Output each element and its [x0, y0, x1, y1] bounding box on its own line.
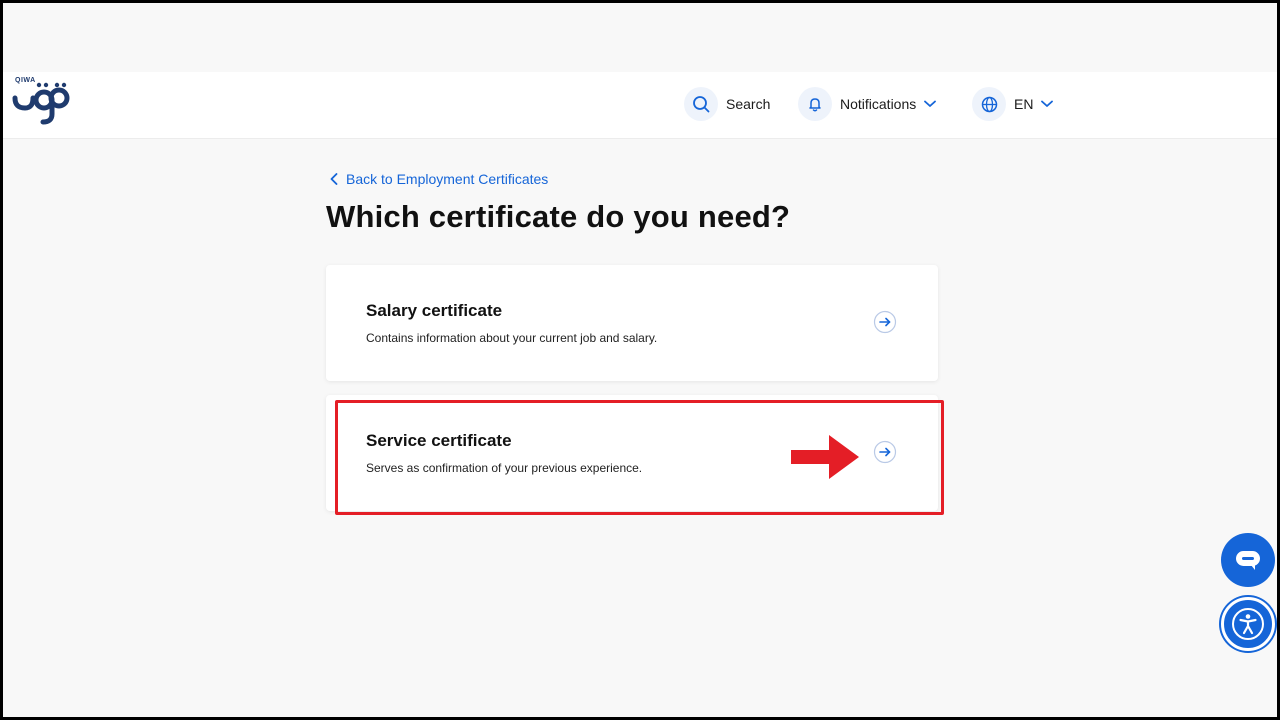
accessibility-button[interactable] [1221, 597, 1275, 651]
red-pointer-arrow-icon [791, 435, 859, 479]
chat-icon [1236, 551, 1260, 570]
chat-button[interactable] [1221, 533, 1275, 587]
bell-icon [798, 87, 832, 121]
card-description: Serves as confirmation of your previous … [366, 461, 643, 475]
card-title: Service certificate [366, 431, 512, 450]
search-icon [684, 87, 718, 121]
chevron-left-icon [330, 173, 338, 185]
card-title: Salary certificate [366, 301, 503, 320]
chevron-down-icon [924, 100, 937, 108]
qiwa-logo[interactable]: QIWA [9, 76, 71, 128]
notifications-button[interactable]: Notifications [798, 86, 937, 122]
logo-text: QIWA [15, 77, 36, 84]
page-title: Which certificate do you need? [326, 199, 791, 234]
chevron-down-icon [1041, 100, 1054, 108]
app-frame: QIWA Search Notifications EN Back to Emp… [3, 3, 1277, 717]
notifications-label: Notifications [840, 96, 917, 112]
globe-icon [972, 87, 1006, 121]
card-description: Contains information about your current … [366, 331, 658, 345]
salary-certificate-card[interactable]: Salary certificate Contains information … [326, 265, 938, 381]
back-to-employment-certificates-link[interactable]: Back to Employment Certificates [330, 171, 548, 187]
back-link-label: Back to Employment Certificates [346, 171, 549, 187]
search-label: Search [726, 96, 771, 112]
arrow-right-icon[interactable] [873, 440, 897, 464]
arrow-right-icon[interactable] [873, 310, 897, 334]
search-button[interactable]: Search [684, 86, 770, 122]
language-selector[interactable]: EN [972, 86, 1054, 122]
accessibility-icon [1232, 608, 1264, 640]
language-label: EN [1014, 96, 1034, 112]
top-header: QIWA Search Notifications EN [3, 72, 1277, 139]
